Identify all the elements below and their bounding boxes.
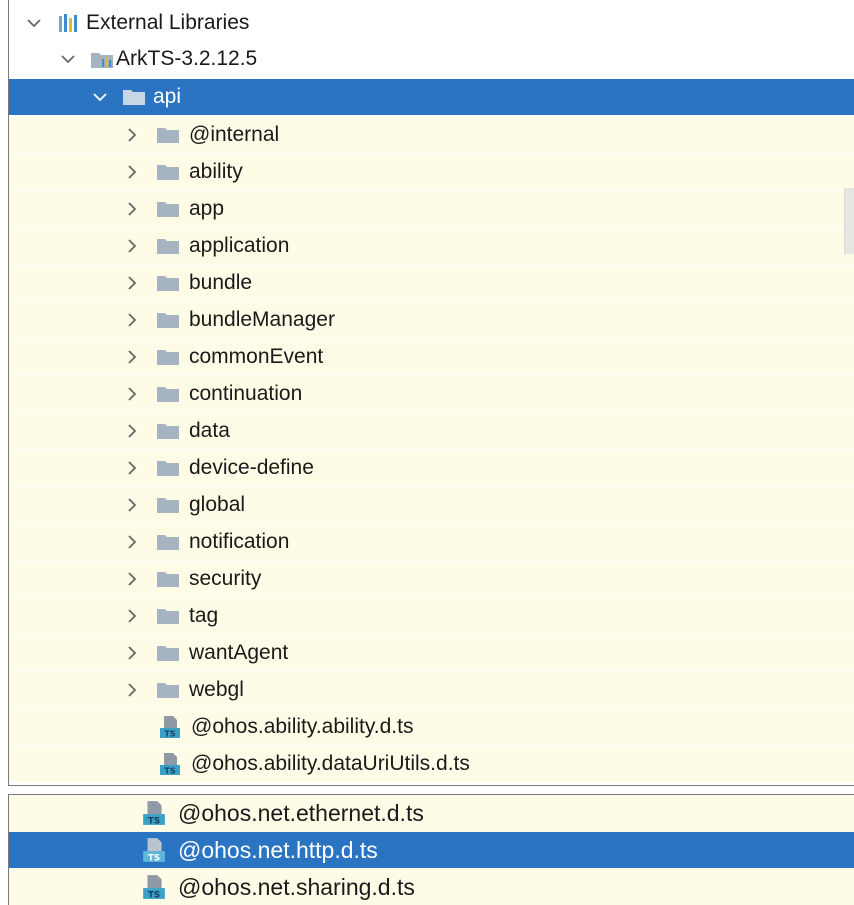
tree-node-folder[interactable]: webgl [9,672,854,708]
tree-node-label: wantAgent [189,641,289,664]
tree-node-file[interactable]: TS @ohos.net.ethernet.d.ts [9,795,854,831]
tree-node-label: api [153,85,182,108]
tree-node-file-selected[interactable]: TS @ohos.net.http.d.ts [9,832,854,868]
folder-icon [156,125,180,145]
svg-text:TS: TS [148,890,160,900]
chevron-down-icon[interactable] [90,87,110,107]
folder-icon [156,680,180,700]
chevron-right-icon[interactable] [122,680,142,700]
tree-node-label: @ohos.net.http.d.ts [178,837,378,863]
tree-node-label: ability [189,160,243,183]
tree-node-folder[interactable]: notification [9,524,854,560]
tree-node-folder[interactable]: commonEvent [9,339,854,375]
tree-node-label: webgl [189,678,244,701]
vertical-scrollbar-thumb[interactable] [844,188,854,254]
tree-node-folder[interactable]: app [9,191,854,227]
folder-icon [156,384,180,404]
folder-icon [156,458,180,478]
tree-node-label: @internal [189,123,280,146]
project-tree-panel-lower: TS @ohos.net.ethernet.d.ts TS @ohos.net.… [8,794,854,905]
folder-icon [156,421,180,441]
tree-node-label: External Libraries [86,11,250,34]
svg-text:TS: TS [164,767,175,776]
tree-node-file[interactable]: TS @ohos.net.sharing.d.ts [9,869,854,905]
tree-node-folder[interactable]: global [9,487,854,523]
tree-node-folder[interactable]: bundleManager [9,302,854,338]
tree-node-label: notification [189,530,290,553]
tree-node-folder[interactable]: data [9,413,854,449]
folder-icon [156,532,180,552]
tree-node-label: ArkTS-3.2.12.5 [116,47,258,70]
chevron-right-icon[interactable] [122,643,142,663]
tree-node-label: @ohos.net.sharing.d.ts [178,874,415,900]
chevron-right-icon[interactable] [122,532,142,552]
tree-node-folder[interactable]: continuation [9,376,854,412]
chevron-right-icon[interactable] [122,421,142,441]
tree-node-api-folder[interactable]: api [9,79,854,115]
svg-text:TS: TS [164,730,175,739]
chevron-right-icon[interactable] [122,236,142,256]
tree-node-label: @ohos.net.ethernet.d.ts [178,800,424,826]
tree-node-folder[interactable]: application [9,228,854,264]
ts-file-icon: TS [159,752,181,776]
tree-node-label: continuation [189,382,303,405]
folder-icon [156,643,180,663]
folder-icon [156,273,180,293]
tree-node-folder[interactable]: tag [9,598,854,634]
ts-file-icon: TS [142,800,166,826]
tree-node-label: bundleManager [189,308,335,331]
folder-icon [156,569,180,589]
svg-text:TS: TS [148,816,160,826]
tree-node-arkts-sdk[interactable]: ArkTS-3.2.12.5 [9,41,854,77]
tree-node-file[interactable]: TS @ohos.ability.dataUriUtils.d.ts [9,746,854,782]
tree-node-label: device-define [189,456,314,479]
chevron-right-icon[interactable] [122,347,142,367]
library-icon [58,12,80,34]
project-tree-panel: External Libraries ArkTS-3.2.12.5 api @i… [8,0,854,786]
ts-file-icon: TS [159,715,181,739]
tree-node-external-libraries[interactable]: External Libraries [9,5,854,41]
tree-node-folder[interactable]: bundle [9,265,854,301]
tree-node-label: app [189,197,225,220]
svg-text:TS: TS [148,853,160,863]
folder-icon [122,87,146,107]
tree-node-label: @ohos.ability.dataUriUtils.d.ts [191,752,470,775]
ts-file-icon: TS [142,874,166,900]
tree-node-folder[interactable]: device-define [9,450,854,486]
chevron-right-icon[interactable] [122,273,142,293]
folder-icon [156,310,180,330]
folder-icon [156,236,180,256]
chevron-right-icon[interactable] [122,162,142,182]
tree-node-folder[interactable]: wantAgent [9,635,854,671]
chevron-right-icon[interactable] [122,199,142,219]
tree-node-label: data [189,419,230,442]
chevron-down-icon[interactable] [58,49,78,69]
folder-icon [156,606,180,626]
chevron-right-icon[interactable] [122,495,142,515]
chevron-right-icon[interactable] [122,384,142,404]
tree-node-label: application [189,234,290,257]
tree-node-label: tag [189,604,219,627]
tree-node-label: bundle [189,271,253,294]
tree-node-folder[interactable]: security [9,561,854,597]
folder-icon [156,495,180,515]
ts-file-icon: TS [142,837,166,863]
chevron-right-icon[interactable] [122,125,142,145]
sdk-library-icon [90,48,114,70]
chevron-right-icon[interactable] [122,310,142,330]
folder-icon [156,199,180,219]
folder-icon [156,347,180,367]
chevron-right-icon[interactable] [122,606,142,626]
chevron-right-icon[interactable] [122,458,142,478]
tree-node-label: global [189,493,246,516]
tree-node-file[interactable]: TS @ohos.ability.ability.d.ts [9,709,854,745]
tree-node-folder[interactable]: @internal [9,117,854,153]
tree-node-label: commonEvent [189,345,324,368]
folder-icon [156,162,180,182]
tree-node-label: @ohos.ability.ability.d.ts [191,715,414,738]
chevron-down-icon[interactable] [24,13,44,33]
tree-node-label: security [189,567,262,590]
tree-node-folder[interactable]: ability [9,154,854,190]
chevron-right-icon[interactable] [122,569,142,589]
